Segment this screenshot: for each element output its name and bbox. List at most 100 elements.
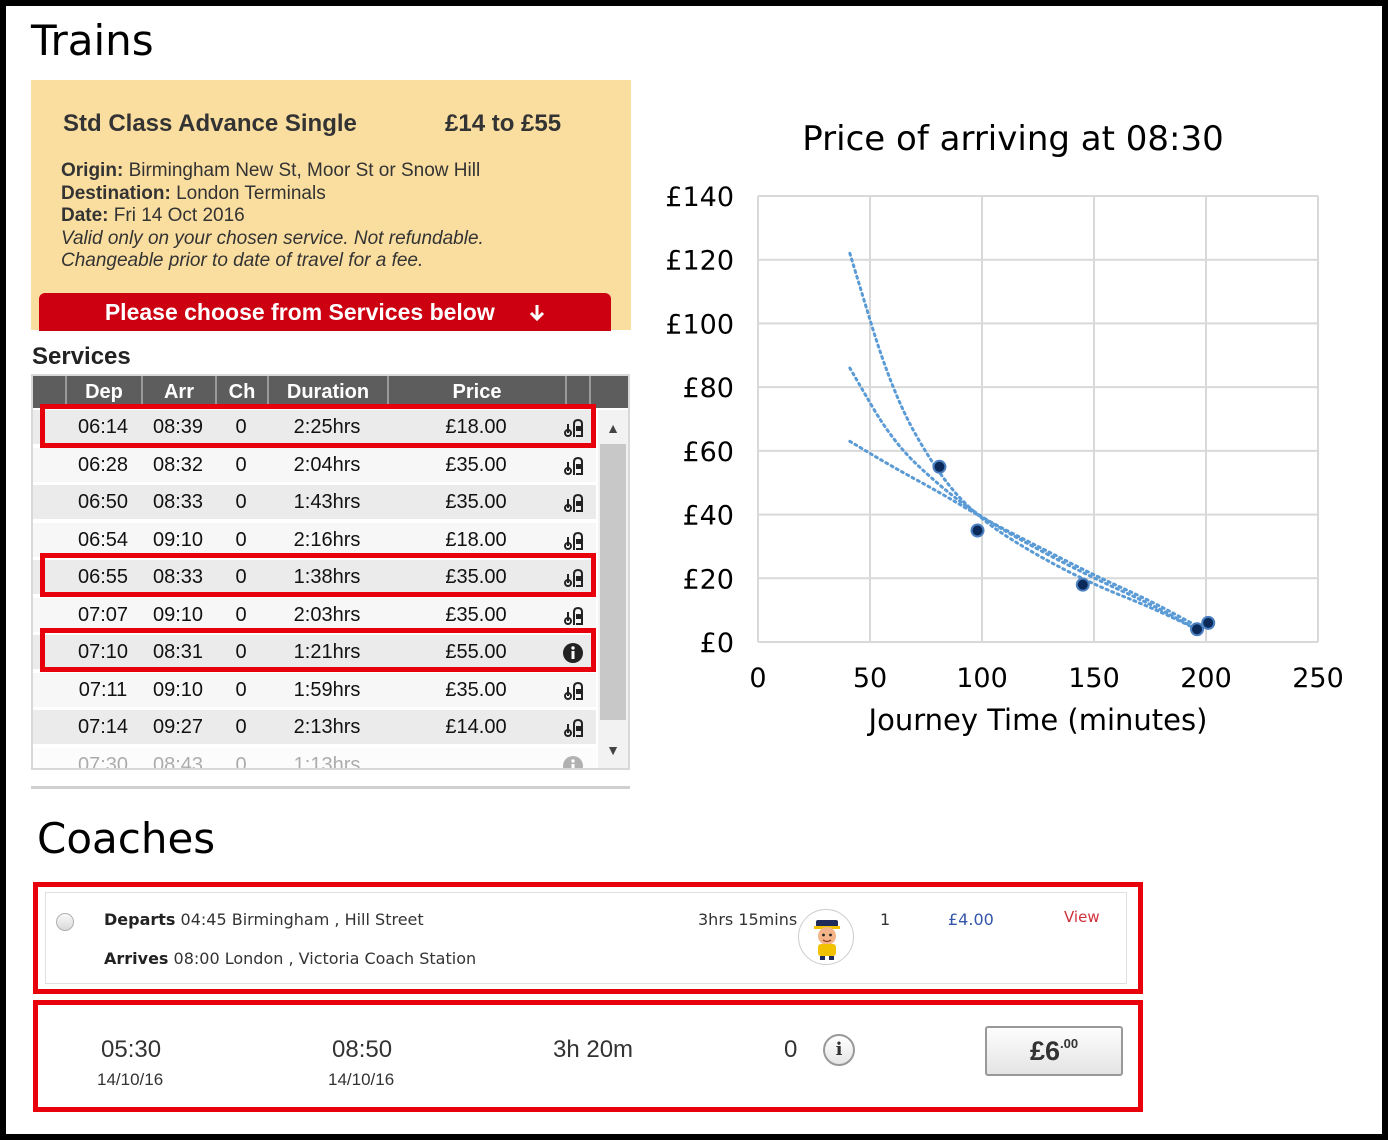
cell-duration: 2:16hrs (293, 528, 361, 551)
destination-label: Destination: (61, 182, 171, 204)
data-point (932, 459, 947, 474)
cell-price: £14.00 (445, 716, 507, 738)
price-chart: Price of arriving at 08:30 0 50 100 150 200 25… (660, 100, 1360, 760)
origin-label: Origin: (61, 160, 124, 181)
cell-arr-time: 08:32 (152, 453, 204, 476)
cell-changes: 0 (235, 753, 247, 770)
cell-changes: 0 (235, 453, 247, 476)
cell-arr-time: 09:10 (152, 603, 204, 626)
cell-arr-time: 09:10 (152, 678, 204, 701)
cell-dep-time: 06:54 (77, 528, 129, 551)
table-row[interactable]: 07:11 09:10 0 1:59hrs £35.00 (33, 672, 596, 707)
cell-changes: 0 (235, 528, 247, 551)
cell-arr-time: 08:33 (152, 491, 204, 513)
x-tick-label: 0 (749, 663, 766, 694)
cell-price: £35.00 (445, 678, 507, 701)
cell-price: £35.00 (445, 603, 507, 626)
scroll-up-icon[interactable]: ▲ (598, 416, 628, 440)
trains-heading: Trains (31, 16, 154, 65)
trendline-1 (848, 251, 1199, 631)
table-row[interactable]: 07:30 08:43 0 1:13hrs (33, 747, 596, 770)
table-row[interactable]: 06:50 08:33 0 1:43hrs £35.00 (33, 485, 596, 519)
cell-price: £18.00 (445, 528, 507, 551)
x-tick-label: 150 (1068, 663, 1120, 694)
ticket-info: Origin: Birmingham New St, Moor St or Sn… (61, 160, 484, 273)
x-tick-label: 250 (1292, 663, 1344, 694)
table-row[interactable]: 06:28 08:32 0 2:04hrs £35.00 (33, 447, 596, 482)
y-tick-label: £100 (665, 309, 734, 340)
cell-dep-time: 07:11 (78, 678, 128, 701)
x-tick-label: 100 (956, 663, 1008, 694)
cell-price: £35.00 (445, 491, 507, 513)
arrow-down-icon (529, 300, 545, 325)
destination-value: London Terminals (176, 182, 326, 204)
data-point (1075, 577, 1090, 592)
highlight-box-0614 (40, 404, 596, 448)
services-scrollbar[interactable]: ▲ ▼ (598, 410, 628, 768)
info-icon[interactable] (561, 754, 585, 768)
data-point (970, 523, 985, 538)
ticket-panel: Std Class Advance Single £14 to £55 Orig… (31, 80, 631, 331)
cell-changes: 0 (235, 603, 247, 626)
origin-value: Birmingham New St, Moor St or Snow Hill (128, 160, 481, 181)
cell-duration: 2:04hrs (293, 453, 361, 476)
section-divider (31, 786, 630, 789)
ticket-note-change: Changeable prior to date of travel for a… (61, 250, 424, 271)
cell-duration: 1:13hrs (293, 753, 361, 770)
bike-reservation-icon[interactable] (561, 716, 585, 740)
x-axis-label: Journey Time (minutes) (867, 703, 1208, 737)
highlight-box-0655 (40, 553, 596, 597)
highlight-box-0710 (40, 628, 596, 672)
cell-dep-time: 07:30 (77, 753, 129, 770)
y-tick-label: £60 (682, 437, 734, 468)
cell-duration: 1:59hrs (293, 678, 361, 701)
cell-arr-time: 08:43 (152, 753, 204, 770)
cell-arr-time: 09:27 (152, 716, 204, 738)
data-point (1190, 622, 1205, 637)
x-tick-label: 50 (853, 663, 887, 694)
choose-services-label: Please choose from Services below (104, 299, 495, 325)
services-label: Services (32, 343, 131, 370)
ticket-price-range: £14 to £55 (445, 110, 562, 137)
cell-changes: 0 (235, 678, 247, 701)
price-chart-svg: Price of arriving at 08:30 0 50 100 150 200 25… (665, 119, 1344, 737)
y-tick-label: £0 (700, 628, 734, 659)
y-tick-label: £120 (665, 246, 734, 277)
highlight-box-coach-1 (33, 882, 1143, 994)
date-value: Fri 14 Oct 2016 (113, 205, 245, 226)
cell-duration: 2:03hrs (293, 603, 361, 626)
bike-reservation-icon[interactable] (561, 604, 585, 628)
bike-reservation-icon[interactable] (561, 679, 585, 703)
cell-price: £35.00 (445, 453, 507, 476)
cell-changes: 0 (235, 491, 247, 513)
bike-reservation-icon[interactable] (561, 454, 585, 478)
cell-dep-time: 07:14 (77, 716, 129, 738)
cell-duration: 2:13hrs (293, 716, 361, 738)
y-tick-label: £20 (682, 564, 734, 595)
cell-duration: 1:43hrs (293, 491, 361, 513)
choose-services-button[interactable]: Please choose from Services below (39, 293, 611, 331)
date-label: Date: (61, 205, 109, 226)
table-row[interactable]: 07:14 09:27 0 2:13hrs £14.00 (33, 710, 596, 744)
cell-dep-time: 07:07 (77, 603, 129, 626)
table-row[interactable]: 06:54 09:10 0 2:16hrs £18.00 (33, 522, 596, 557)
x-tick-label: 200 (1180, 663, 1232, 694)
y-tick-label: £140 (665, 182, 734, 213)
bike-reservation-icon[interactable] (561, 491, 585, 515)
highlight-box-coach-2 (33, 1000, 1143, 1112)
cell-changes: 0 (235, 716, 247, 738)
y-tick-label: £40 (682, 501, 734, 532)
bike-reservation-icon[interactable] (561, 529, 585, 553)
table-row[interactable]: 07:07 09:10 0 2:03hrs £35.00 (33, 597, 596, 632)
scroll-thumb[interactable] (600, 444, 626, 720)
scroll-down-icon[interactable]: ▼ (598, 738, 628, 762)
y-tick-label: £80 (682, 373, 734, 404)
data-point (1201, 615, 1216, 630)
cell-dep-time: 06:50 (77, 491, 129, 513)
cell-dep-time: 06:28 (77, 453, 129, 476)
ticket-note-refund: Valid only on your chosen service. Not r… (61, 227, 484, 249)
ticket-name: Std Class Advance Single (63, 110, 357, 137)
chart-title: Price of arriving at 08:30 (802, 119, 1223, 159)
coaches-heading: Coaches (37, 814, 216, 863)
cell-arr-time: 09:10 (152, 528, 204, 551)
